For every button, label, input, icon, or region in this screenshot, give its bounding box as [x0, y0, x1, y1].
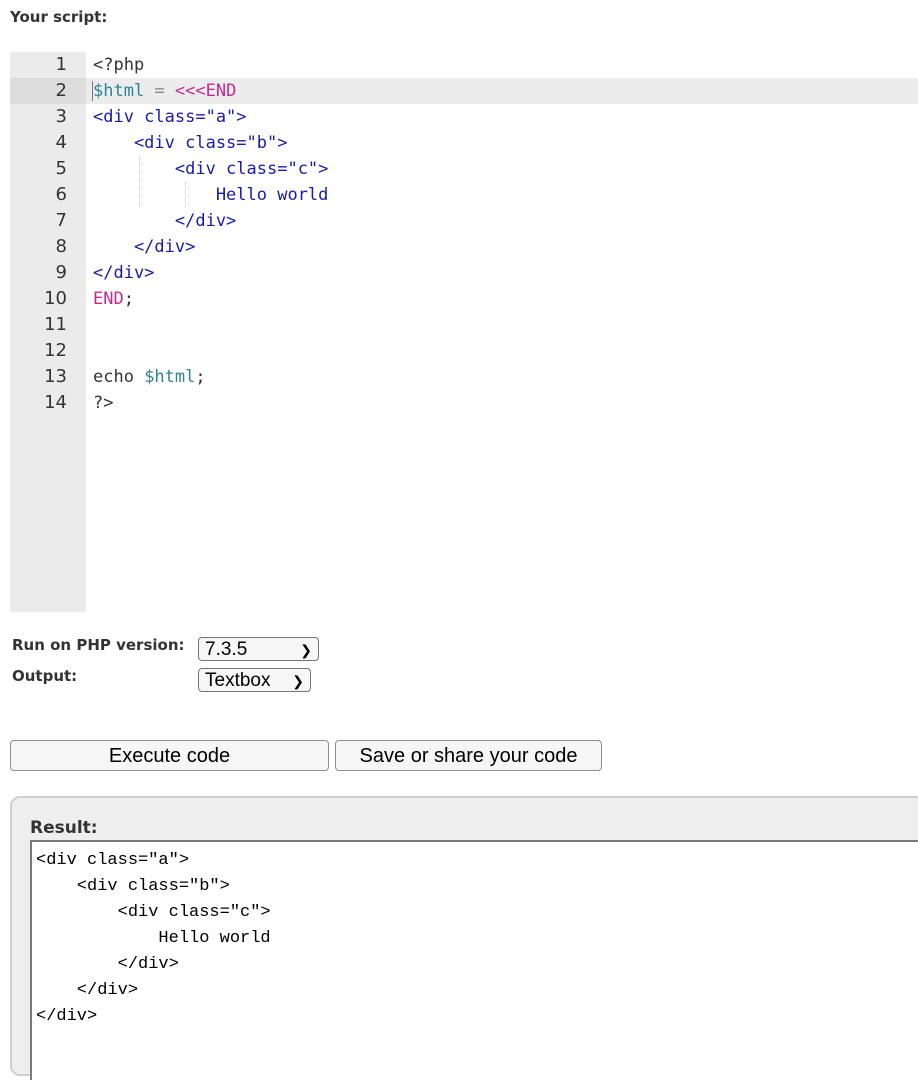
code-text: END;: [93, 286, 134, 312]
line-number: 1: [55, 54, 67, 75]
line-number: 5: [55, 158, 67, 179]
line-number: 3: [55, 106, 67, 127]
php-version-label: Run on PHP version:: [12, 636, 185, 654]
line-number: 12: [44, 340, 67, 361]
code-token: END: [93, 289, 124, 309]
code-token: ?>: [93, 393, 114, 413]
code-text: echo $html;: [93, 364, 206, 390]
output-label: Output:: [12, 667, 78, 685]
code-line[interactable]: 6 Hello world: [10, 182, 918, 208]
code-token: <div class="a">: [93, 107, 247, 127]
code-token: Hello world: [93, 185, 329, 205]
code-line[interactable]: 12: [10, 338, 918, 364]
code-text: <div class="a">: [93, 104, 247, 130]
line-number: 8: [55, 236, 67, 257]
code-token: </div>: [93, 263, 155, 283]
execute-code-button[interactable]: Execute code: [10, 740, 329, 771]
code-line[interactable]: 1 <?php: [10, 52, 918, 78]
code-text: $html = <<<END: [93, 78, 236, 104]
code-text: Hello world: [93, 182, 329, 208]
code-text: </div>: [93, 208, 236, 234]
php-version-select[interactable]: 7.3.5 ❯: [198, 637, 319, 661]
code-token: $html: [93, 81, 145, 101]
code-token: echo: [93, 367, 145, 387]
code-editor[interactable]: 1 <?php 2 $html = <<<END 3 <div class="a"> 4 <…: [10, 52, 918, 612]
code-line[interactable]: 5 <div class="c">: [10, 156, 918, 182]
code-line[interactable]: 14 ?>: [10, 390, 918, 416]
code-line[interactable]: 10 END;: [10, 286, 918, 312]
output-value: Textbox: [205, 670, 271, 691]
code-text: </div>: [93, 260, 154, 286]
code-text: </div>: [93, 234, 195, 260]
code-token: =: [144, 81, 175, 101]
line-number: 9: [55, 262, 67, 283]
result-label: Result:: [30, 818, 98, 838]
script-heading: Your script:: [10, 8, 108, 26]
code-line[interactable]: 13 echo $html;: [10, 364, 918, 390]
output-select[interactable]: Textbox ❯: [198, 668, 311, 692]
code-line[interactable]: 2 $html = <<<END: [10, 78, 918, 104]
indent-guide: [139, 156, 140, 208]
code-line[interactable]: 11: [10, 312, 918, 338]
line-number: 2: [10, 78, 86, 104]
code-line[interactable]: 8 </div>: [10, 234, 918, 260]
line-number: 10: [44, 288, 67, 309]
text-cursor: [92, 81, 93, 101]
code-token: ;: [195, 367, 206, 387]
chevron-down-icon: ❯: [292, 673, 304, 689]
code-token: </div>: [93, 211, 237, 231]
code-token: </div>: [93, 237, 196, 257]
code-text: <div class="b">: [93, 130, 288, 156]
code-text: ?>: [93, 390, 113, 416]
code-token: <<<END: [174, 81, 237, 101]
code-line[interactable]: 9 </div>: [10, 260, 918, 286]
line-number: 7: [55, 210, 67, 231]
code-line[interactable]: 7 </div>: [10, 208, 918, 234]
save-share-button[interactable]: Save or share your code: [335, 740, 602, 771]
php-version-value: 7.3.5: [205, 639, 248, 660]
code-line[interactable]: 3 <div class="a">: [10, 104, 918, 130]
indent-guide: [185, 182, 186, 208]
line-number: 14: [44, 392, 67, 413]
line-number: 6: [55, 184, 67, 205]
code-text: <div class="c">: [93, 156, 329, 182]
chevron-down-icon: ❯: [300, 642, 312, 658]
code-text: <?php: [93, 52, 144, 78]
result-output: <div class="a"> <div class="b"> <div cla…: [36, 851, 271, 1026]
line-number: 11: [44, 314, 67, 335]
result-textbox[interactable]: <div class="a"> <div class="b"> <div cla…: [30, 840, 918, 1080]
result-panel: Result: <div class="a"> <div class="b"> …: [10, 796, 918, 1080]
line-number: 13: [44, 366, 67, 387]
code-token: <div class="c">: [93, 159, 329, 179]
code-token: <div class="b">: [93, 133, 288, 153]
code-token: $html: [144, 367, 196, 387]
code-line[interactable]: 4 <div class="b">: [10, 130, 918, 156]
code-token: <?php: [93, 55, 145, 75]
code-token: ;: [123, 289, 134, 309]
line-number: 4: [55, 132, 67, 153]
